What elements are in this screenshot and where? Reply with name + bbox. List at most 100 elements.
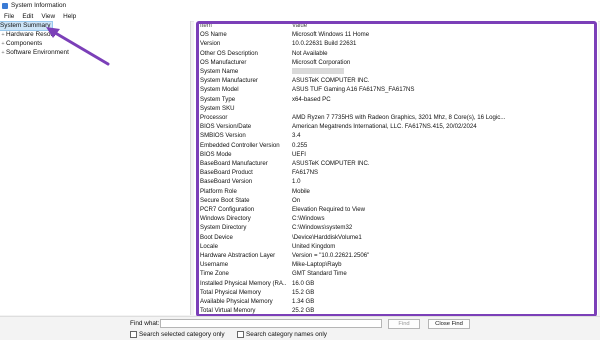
find-label: Find what: — [130, 320, 160, 327]
row-item-cell: Version — [200, 40, 221, 48]
table-row[interactable]: Windows Directory C:\Windows — [194, 214, 598, 223]
row-value-cell: AMD Ryzen 7 7735HS with Radeon Graphics,… — [292, 114, 506, 122]
row-item-cell: System Type — [200, 95, 236, 103]
row-value-cell: C:\Windows — [292, 215, 325, 223]
row-value-cell: Elevation Required to View — [292, 206, 366, 214]
row-value-cell: 16.0 GB — [292, 279, 315, 287]
category-tree: System Summary +Hardware Resources +Comp… — [0, 21, 191, 315]
row-value-cell: Mike-Laptop\Rayb — [292, 261, 342, 269]
row-item-cell: Total Physical Memory — [200, 288, 261, 296]
row-value-cell: UEFI — [292, 150, 306, 158]
close-find-button[interactable]: Close Find — [428, 319, 470, 329]
tree-item-software-environment[interactable]: +Software Environment — [0, 49, 68, 57]
row-value-cell: FA617NS — [292, 169, 319, 177]
row-item-cell: BIOS Version/Date — [200, 123, 252, 131]
row-item-cell: Other OS Description — [200, 49, 258, 57]
table-row[interactable]: BIOS Version/Date American Megatrends Int… — [194, 122, 598, 131]
table-row[interactable]: System Type x64-based PC — [194, 95, 598, 104]
row-item-cell: Total Virtual Memory — [200, 307, 256, 315]
checkbox-icon[interactable] — [237, 331, 244, 338]
title-bar: System Information — [0, 0, 600, 11]
table-row[interactable]: Total Physical Memory 15.2 GB — [194, 288, 598, 297]
table-row[interactable]: Installed Physical Memory (RA... 16.0 GB — [194, 279, 598, 288]
table-row[interactable]: BaseBoard Product FA617NS — [194, 168, 598, 177]
table-row[interactable]: PCR7 Configuration Elevation Required to … — [194, 205, 598, 214]
table-row[interactable]: Hardware Abstraction Layer Version = "10.… — [194, 251, 598, 260]
table-row[interactable]: System SKU — [194, 104, 598, 113]
row-value-cell: Version = "10.0.22621.2506" — [292, 252, 370, 260]
row-item-cell: BIOS Mode — [200, 150, 232, 158]
row-item-cell: Hardware Abstraction Layer — [200, 252, 276, 260]
row-value-cell: ASUSTeK COMPUTER INC. — [292, 160, 370, 168]
column-header-item[interactable]: Item — [194, 21, 286, 30]
tree-item-label: Hardware Resources — [6, 31, 56, 38]
row-item-cell: Boot Device — [200, 233, 233, 241]
row-value-cell: 1.0 — [292, 178, 301, 186]
row-value-cell: ASUSTeK COMPUTER INC. — [292, 77, 370, 85]
table-row[interactable]: System Model ASUS TUF Gaming A16 FA617NS_… — [194, 85, 598, 94]
row-value-cell: 3.4 — [292, 132, 301, 140]
tree-item-hardware-resources[interactable]: +Hardware Resources — [0, 31, 56, 39]
row-value-cell — [286, 104, 598, 113]
menu-help[interactable]: Help — [59, 13, 80, 20]
column-header-value[interactable]: Value — [286, 21, 598, 30]
table-row[interactable]: SMBIOS Version 3.4 — [194, 131, 598, 140]
checkbox-label: Search category names only — [246, 331, 327, 338]
row-value-cell: 25.2 GB — [292, 307, 315, 315]
row-value-cell: GMT Standard Time — [292, 270, 347, 278]
row-value-cell: 10.0.22631 Build 22631 — [292, 40, 357, 48]
row-value-cell: Microsoft Corporation — [292, 58, 351, 66]
table-row[interactable]: Total Virtual Memory 25.2 GB — [194, 306, 598, 315]
row-item-cell: Username — [200, 261, 229, 269]
find-bar: Find what: Find Close Find Search select… — [0, 316, 600, 340]
table-row[interactable]: Processor AMD Ryzen 7 7735HS with Radeon … — [194, 113, 598, 122]
tree-item-system-summary[interactable]: System Summary — [0, 21, 54, 31]
row-item-cell: Time Zone — [200, 270, 229, 278]
table-row[interactable]: Username Mike-Laptop\Rayb — [194, 260, 598, 269]
row-item-cell: Available Physical Memory — [200, 298, 273, 306]
table-row[interactable]: BIOS Mode UEFI — [194, 150, 598, 159]
table-row[interactable]: System Name — [194, 67, 598, 76]
table-row[interactable]: Secure Boot State On — [194, 196, 598, 205]
table-row[interactable]: BaseBoard Version 1.0 — [194, 177, 598, 186]
row-value-cell: ASUS TUF Gaming A16 FA617NS_FA617NS — [292, 86, 415, 94]
table-row[interactable]: BaseBoard Manufacturer ASUSTeK COMPUTER I… — [194, 159, 598, 168]
row-item-cell: System Directory — [200, 224, 247, 232]
row-item-cell: Installed Physical Memory (RA... — [200, 279, 286, 287]
table-row[interactable]: OS Manufacturer Microsoft Corporation — [194, 58, 598, 67]
search-selected-category-checkbox[interactable]: Search selected category only — [130, 331, 225, 338]
row-value-cell: United Kingdom — [292, 242, 336, 250]
table-row[interactable]: System Directory C:\Windows\system32 — [194, 223, 598, 232]
row-value-cell: x64-based PC — [292, 95, 331, 103]
table-row[interactable]: Platform Role Mobile — [194, 187, 598, 196]
table-row[interactable]: OS Name Microsoft Windows 11 Home — [194, 30, 598, 39]
row-item-cell: BaseBoard Product — [200, 169, 253, 177]
search-category-names-checkbox[interactable]: Search category names only — [237, 331, 327, 338]
row-item-cell: OS Manufacturer — [200, 58, 247, 66]
menu-file[interactable]: File — [0, 13, 18, 20]
summary-pane: Item Value OS Name Microsoft Windows 11 H… — [194, 21, 598, 315]
table-row[interactable]: Other OS Description Not Available — [194, 49, 598, 58]
menu-edit[interactable]: Edit — [18, 13, 37, 20]
row-value-cell: Microsoft Windows 11 Home — [292, 31, 370, 39]
row-item-cell: Locale — [200, 242, 218, 250]
find-button[interactable]: Find — [388, 319, 420, 329]
table-row[interactable]: Locale United Kingdom — [194, 242, 598, 251]
table-row[interactable]: Boot Device \Device\HarddiskVolume1 — [194, 233, 598, 242]
row-item-cell: Processor — [200, 114, 228, 122]
row-item-cell: Platform Role — [200, 187, 237, 195]
table-row[interactable]: Time Zone GMT Standard Time — [194, 269, 598, 278]
row-item-cell: System Model — [200, 86, 239, 94]
table-row[interactable]: Embedded Controller Version 0.255 — [194, 141, 598, 150]
menu-view[interactable]: View — [37, 13, 59, 20]
checkbox-icon[interactable] — [130, 331, 137, 338]
table-row[interactable]: System Manufacturer ASUSTeK COMPUTER INC. — [194, 76, 598, 85]
table-row[interactable]: Available Physical Memory 1.34 GB — [194, 297, 598, 306]
system-information-app-icon — [2, 2, 8, 9]
tree-item-components[interactable]: +Components — [0, 40, 42, 48]
row-item-cell: Secure Boot State — [200, 196, 250, 204]
find-input[interactable] — [160, 319, 382, 328]
row-item-cell: Embedded Controller Version — [200, 141, 280, 149]
table-row[interactable]: Version 10.0.22631 Build 22631 — [194, 39, 598, 48]
row-item-cell: System Name — [200, 68, 239, 76]
